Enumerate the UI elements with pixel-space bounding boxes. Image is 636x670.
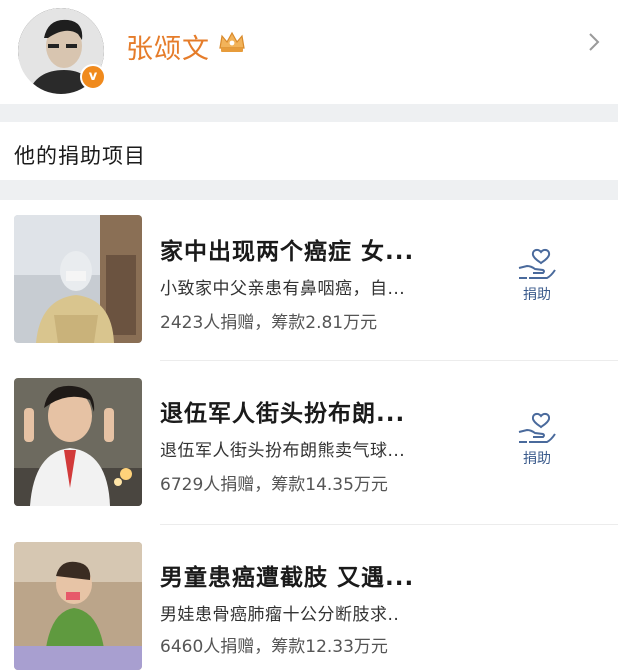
project-photo-icon — [14, 215, 142, 343]
card-separator — [160, 360, 618, 361]
profile-name[interactable]: 张颂文 — [126, 27, 210, 66]
donate-label: 捐助 — [523, 451, 551, 467]
donate-button[interactable]: 捐助 — [512, 412, 562, 468]
project-card[interactable]: 家中出现两个癌症 女... 小致家中父亲患有鼻咽癌，自... 2423人捐赠，筹… — [0, 200, 636, 360]
crown-icon — [219, 31, 245, 52]
donate-label: 捐助 — [523, 287, 551, 303]
project-stats: 2423人捐赠，筹款2.81万元 — [160, 313, 378, 333]
project-card[interactable]: 男童患癌遭截肢 又遇... 男娃患骨癌肺瘤十公分断肢求.. 6460人捐赠，筹款… — [0, 526, 636, 670]
project-thumbnail[interactable] — [14, 378, 142, 506]
project-thumbnail[interactable] — [14, 542, 142, 670]
chevron-right-icon[interactable] — [586, 30, 602, 54]
donate-heart-hand-icon — [518, 412, 556, 443]
project-title[interactable]: 男童患癌遭截肢 又遇... — [160, 558, 414, 592]
section-title: 他的捐助项目 — [14, 144, 146, 168]
section-divider — [0, 180, 618, 200]
project-description: 男娃患骨癌肺瘤十公分断肢求.. — [160, 605, 400, 625]
card-separator — [160, 524, 618, 525]
project-card[interactable]: 退伍军人街头扮布朗... 退伍军人街头扮布朗熊卖气球... 6729人捐赠，筹款… — [0, 362, 636, 522]
project-photo-icon — [14, 378, 142, 506]
project-photo-icon — [14, 542, 142, 670]
donate-heart-hand-icon — [518, 248, 556, 279]
section-divider — [0, 104, 618, 122]
project-thumbnail[interactable] — [14, 215, 142, 343]
project-description: 小致家中父亲患有鼻咽癌，自... — [160, 279, 406, 299]
project-stats: 6460人捐赠，筹款12.33万元 — [160, 637, 388, 657]
donate-button[interactable]: 捐助 — [512, 248, 562, 304]
project-stats: 6729人捐赠，筹款14.35万元 — [160, 475, 388, 495]
project-title[interactable]: 退伍军人街头扮布朗... — [160, 394, 405, 428]
project-title[interactable]: 家中出现两个癌症 女... — [160, 232, 414, 266]
verified-icon: v — [80, 64, 106, 90]
project-description: 退伍军人街头扮布朗熊卖气球... — [160, 441, 406, 461]
profile-header[interactable]: v 张颂文 — [0, 0, 636, 104]
